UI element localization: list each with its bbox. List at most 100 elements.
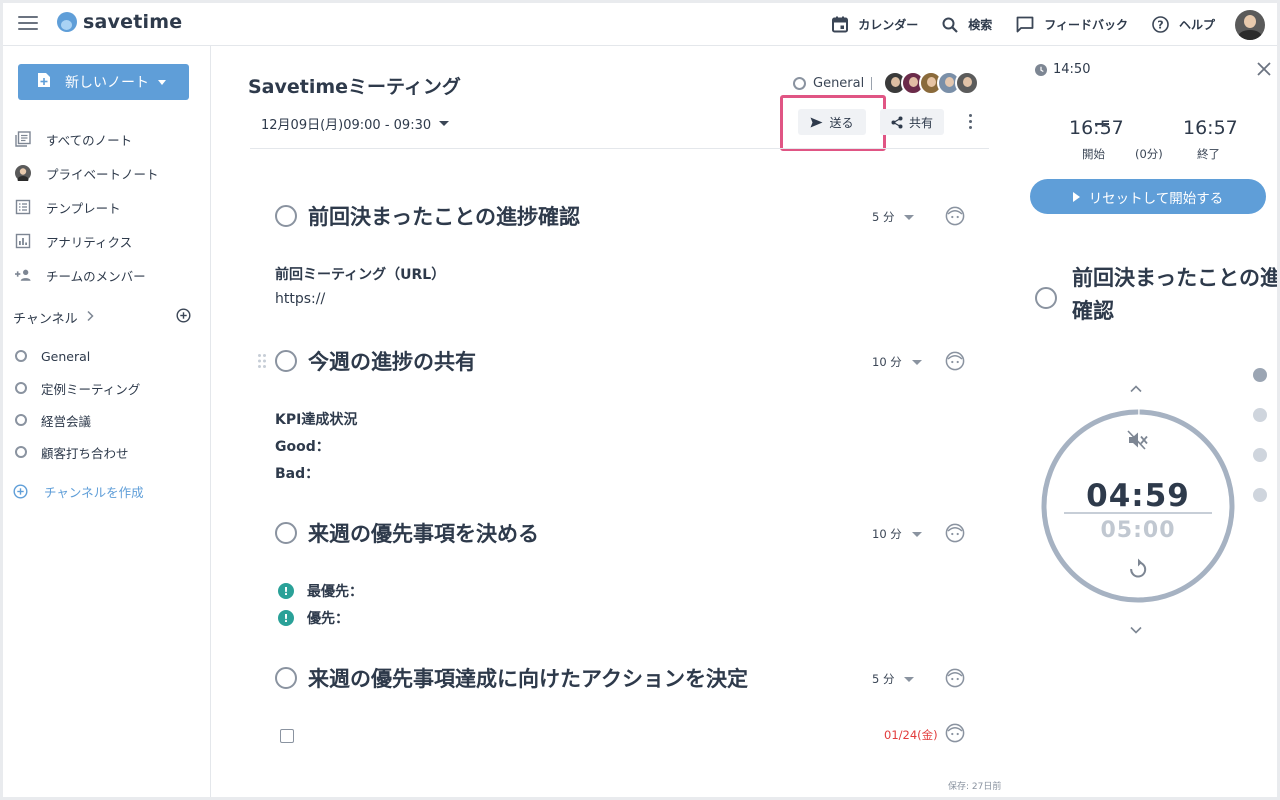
chevron-down-icon[interactable] bbox=[1129, 620, 1143, 639]
template-icon bbox=[15, 199, 31, 215]
good-label[interactable]: Good： bbox=[275, 436, 330, 456]
chevron-up-icon[interactable] bbox=[1129, 378, 1143, 397]
share-label: 共有 bbox=[908, 115, 933, 130]
top-priority-label: 最優先： bbox=[307, 584, 363, 600]
pager-dot-1[interactable] bbox=[1253, 368, 1267, 382]
send-label: 送る bbox=[829, 115, 854, 130]
agenda-complete-toggle[interactable] bbox=[275, 522, 297, 544]
timer-panel: 14:50 16:57 開始 (0分) 16:57 終了 リセットして開始する … bbox=[1019, 46, 1277, 797]
channel-list: General 定例ミーティング 経営会議 顧客打ち合わせ bbox=[3, 340, 210, 468]
total-time: 05:00 bbox=[1100, 518, 1176, 543]
channels-heading: チャンネル bbox=[13, 312, 78, 327]
menu-icon[interactable] bbox=[18, 16, 38, 30]
more-options-icon[interactable] bbox=[962, 110, 978, 132]
prev-meeting-label[interactable]: 前回ミーティング（URL） bbox=[275, 264, 445, 284]
channel-label: 経営会議 bbox=[41, 413, 92, 429]
agenda-duration-dropdown[interactable]: 5 分 bbox=[872, 209, 915, 225]
sidebar-nav: すべてのノート プライベートノート テンプレート アナリティクス チームのメンバ… bbox=[3, 122, 210, 292]
participant-avatars[interactable] bbox=[883, 71, 979, 95]
sidebar-item-analytics[interactable]: アナリティクス bbox=[3, 224, 210, 258]
saved-status: 保存: 27日前 bbox=[948, 782, 1002, 792]
channel-ring-icon bbox=[15, 446, 27, 458]
notes-icon bbox=[15, 131, 31, 147]
chevron-right-icon[interactable] bbox=[86, 310, 94, 326]
channel-item-regular-meeting[interactable]: 定例ミーティング bbox=[3, 372, 210, 404]
agenda-complete-toggle[interactable] bbox=[275, 205, 297, 227]
add-member-icon bbox=[15, 268, 31, 282]
restart-icon[interactable] bbox=[1128, 558, 1148, 584]
calendar-link[interactable]: カレンダー bbox=[832, 16, 918, 33]
agenda-complete-toggle[interactable] bbox=[275, 350, 297, 372]
agenda-complete-toggle[interactable] bbox=[275, 667, 297, 689]
sidebar-item-private-notes[interactable]: プライベートノート bbox=[3, 156, 210, 190]
help-icon: ? bbox=[1152, 16, 1169, 33]
task-due-date[interactable]: 01/24(金) bbox=[884, 727, 938, 743]
channel-label: 顧客打ち合わせ bbox=[41, 445, 129, 461]
pager-dot-4[interactable] bbox=[1253, 488, 1267, 502]
elapsed-minutes: (0分) bbox=[1135, 147, 1163, 161]
participant-avatar[interactable] bbox=[955, 71, 979, 95]
help-link[interactable]: ? ヘルプ bbox=[1152, 16, 1215, 33]
mute-icon[interactable] bbox=[1127, 430, 1149, 454]
logo[interactable]: savetime bbox=[57, 11, 182, 33]
chevron-down-icon bbox=[904, 676, 915, 682]
start-time: 16:57 bbox=[1069, 117, 1124, 139]
add-channel-icon[interactable] bbox=[176, 308, 191, 327]
send-button[interactable]: 送る bbox=[798, 109, 866, 135]
current-time-value: 14:50 bbox=[1053, 62, 1091, 77]
note-channel-tag[interactable]: General bbox=[793, 76, 873, 91]
agenda-complete-toggle[interactable] bbox=[1035, 287, 1057, 309]
agenda-title[interactable]: 前回決まったことの進捗確認 bbox=[308, 201, 580, 231]
bad-label[interactable]: Bad： bbox=[275, 463, 319, 483]
clock-icon bbox=[1035, 63, 1047, 76]
create-channel-link[interactable]: チャンネルを作成 bbox=[13, 482, 144, 501]
search-icon bbox=[942, 17, 958, 33]
sidebar-item-label: プライベートノート bbox=[46, 166, 159, 182]
top-priority-row[interactable]: ! 最優先： bbox=[278, 581, 363, 601]
reset-start-label: リセットして開始する bbox=[1088, 190, 1224, 207]
sidebar-item-team-members[interactable]: チームのメンバー bbox=[3, 258, 210, 292]
sidebar: 新しいノート すべてのノート プライベートノート テンプレート アナリティクス … bbox=[3, 46, 211, 797]
agenda-duration-dropdown[interactable]: 10 分 bbox=[872, 526, 922, 542]
search-link[interactable]: 検索 bbox=[942, 16, 992, 33]
priority-row[interactable]: ! 優先： bbox=[278, 608, 349, 628]
sidebar-item-all-notes[interactable]: すべてのノート bbox=[3, 122, 210, 156]
assignee-face-icon[interactable] bbox=[945, 523, 965, 547]
feedback-label: フィードバック bbox=[1044, 18, 1128, 32]
new-note-label: 新しいノート bbox=[65, 75, 149, 91]
pager-dot-2[interactable] bbox=[1253, 408, 1267, 422]
prev-meeting-url[interactable]: https:// bbox=[275, 291, 325, 307]
agenda-duration-dropdown[interactable]: 10 分 bbox=[872, 354, 922, 370]
agenda-title[interactable]: 来週の優先事項を決める bbox=[308, 518, 539, 548]
time-range-dash bbox=[1095, 123, 1109, 125]
start-label: 開始 bbox=[1082, 147, 1105, 161]
channel-item-customer[interactable]: 顧客打ち合わせ bbox=[3, 436, 210, 468]
current-time: 14:50 bbox=[1035, 62, 1090, 77]
reset-start-button[interactable]: リセットして開始する bbox=[1030, 179, 1266, 214]
agenda-title[interactable]: 今週の進捗の共有 bbox=[308, 346, 476, 376]
pager-dot-3[interactable] bbox=[1253, 448, 1267, 462]
channel-item-management[interactable]: 経営会議 bbox=[3, 404, 210, 436]
feedback-link[interactable]: フィードバック bbox=[1016, 16, 1128, 33]
kpi-label[interactable]: KPI達成状況 bbox=[275, 409, 357, 429]
sidebar-item-templates[interactable]: テンプレート bbox=[3, 190, 210, 224]
close-icon[interactable] bbox=[1256, 61, 1272, 81]
note-title[interactable]: Savetimeミーティング bbox=[248, 72, 461, 99]
divider bbox=[1064, 512, 1212, 514]
channel-item-general[interactable]: General bbox=[3, 340, 210, 372]
user-avatar[interactable] bbox=[1235, 9, 1265, 40]
task-checkbox[interactable] bbox=[280, 729, 294, 743]
logo-mark-icon bbox=[57, 12, 77, 32]
share-button[interactable]: 共有 bbox=[880, 109, 944, 135]
agenda-duration-dropdown[interactable]: 5 分 bbox=[872, 671, 915, 687]
note-datetime-dropdown[interactable]: 12月09日(月)09:00 - 09:30 bbox=[261, 114, 450, 133]
assignee-face-icon[interactable] bbox=[945, 351, 965, 375]
agenda-title[interactable]: 来週の優先事項達成に向けたアクションを決定 bbox=[308, 663, 748, 693]
channel-ring-icon bbox=[15, 382, 27, 394]
new-note-button[interactable]: 新しいノート bbox=[18, 64, 189, 100]
drag-handle-icon[interactable] bbox=[257, 353, 267, 373]
assignee-face-icon[interactable] bbox=[945, 668, 965, 692]
assignee-face-icon[interactable] bbox=[945, 723, 965, 747]
assignee-face-icon[interactable] bbox=[945, 206, 965, 230]
countdown-dial: 04:59 05:00 bbox=[1040, 408, 1236, 604]
